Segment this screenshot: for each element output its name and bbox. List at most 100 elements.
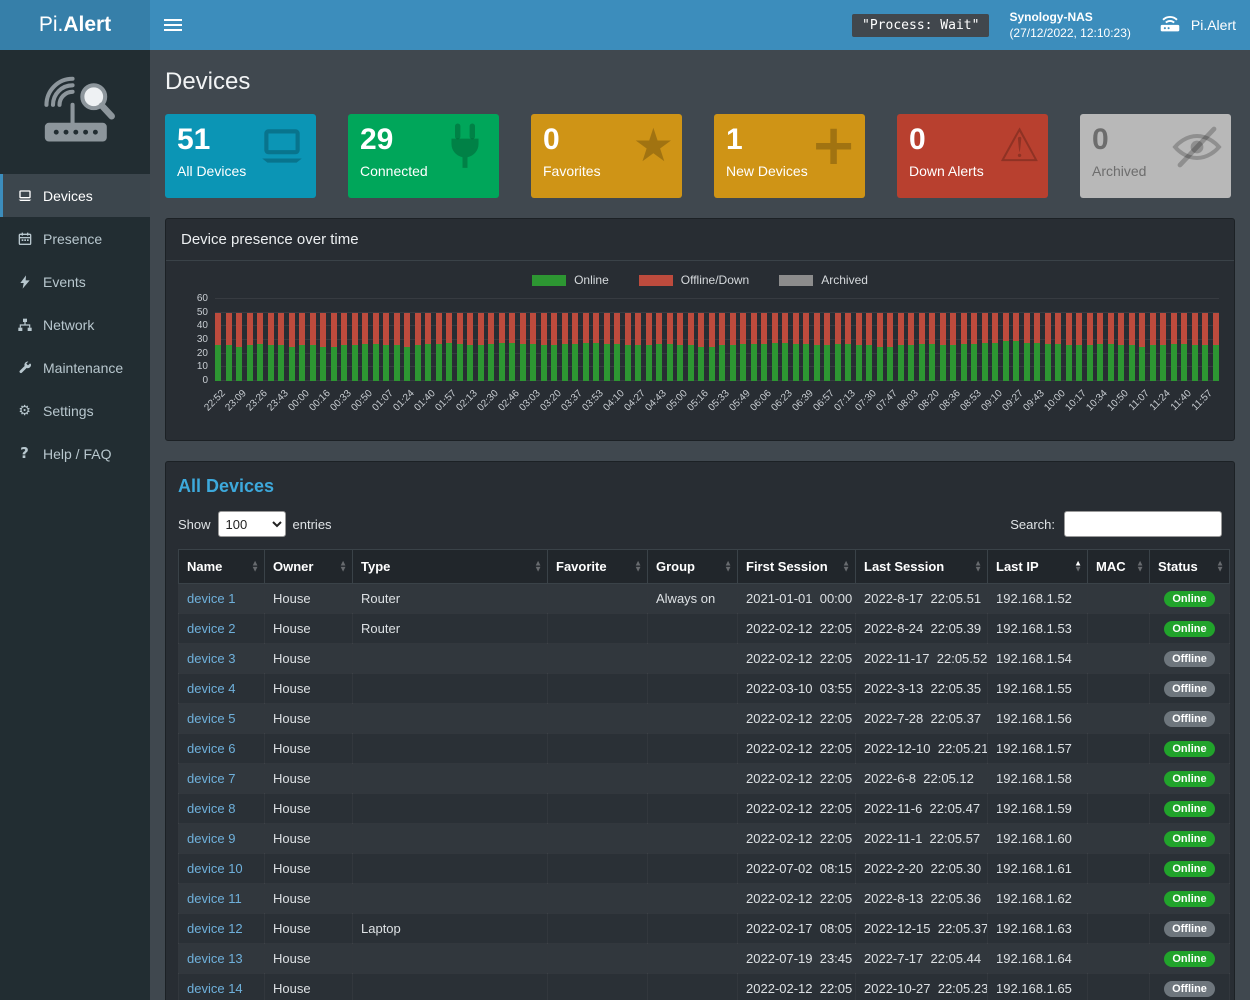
mac-cell [1088, 584, 1150, 614]
sidebar-item-network[interactable]: Network [0, 303, 150, 346]
column-header-last-ip[interactable]: Last IP▲▼ [988, 550, 1088, 584]
table-row[interactable]: device 6House2022-02-12 22:052022-12-10 … [179, 734, 1230, 764]
device-link[interactable]: device 10 [187, 861, 243, 876]
type-cell [353, 944, 548, 974]
bar-segment-online [1150, 345, 1156, 381]
sidebar-toggle-button[interactable] [150, 0, 196, 50]
sidebar-item-presence[interactable]: Presence [0, 217, 150, 260]
sort-icon: ▲▼ [634, 560, 642, 573]
table-row[interactable]: device 5House2022-02-12 22:052022-7-28 2… [179, 704, 1230, 734]
chart-bar [247, 313, 253, 381]
type-cell [353, 974, 548, 1000]
column-header-group[interactable]: Group▲▼ [648, 550, 738, 584]
column-header-status[interactable]: Status▲▼ [1150, 550, 1230, 584]
sidebar-item-help-faq[interactable]: ?Help / FAQ [0, 432, 150, 475]
bar-segment-online [940, 345, 946, 381]
device-link[interactable]: device 1 [187, 591, 235, 606]
mac-cell [1088, 764, 1150, 794]
bar-segment-online [772, 343, 778, 381]
bar-segment-online [362, 344, 368, 381]
card-new-devices[interactable]: 1New Devices+ [714, 114, 865, 198]
plug-icon [439, 122, 491, 177]
device-link[interactable]: device 12 [187, 921, 243, 936]
bar-segment-offline [236, 313, 242, 347]
card-all-devices[interactable]: 51All Devices [165, 114, 316, 198]
device-link[interactable]: device 3 [187, 651, 235, 666]
column-header-owner[interactable]: Owner▲▼ [265, 550, 353, 584]
device-link[interactable]: device 11 [187, 891, 242, 906]
card-down-alerts[interactable]: 0Down Alerts⚠ [897, 114, 1048, 198]
device-link[interactable]: device 6 [187, 741, 235, 756]
bar-segment-online [1202, 345, 1208, 381]
bar-segment-online [887, 347, 893, 381]
devices-table-body: device 1HouseRouterAlways on2021-01-01 0… [179, 584, 1230, 1000]
column-header-last-session[interactable]: Last Session▲▼ [856, 550, 988, 584]
table-row[interactable]: device 9House2022-02-12 22:052022-11-1 2… [179, 824, 1230, 854]
device-link[interactable]: device 14 [187, 981, 243, 996]
sidebar-item-maintenance[interactable]: Maintenance [0, 346, 150, 389]
table-row[interactable]: device 11House2022-02-12 22:052022-8-13 … [179, 884, 1230, 914]
table-row[interactable]: device 1HouseRouterAlways on2021-01-01 0… [179, 584, 1230, 614]
type-cell [353, 734, 548, 764]
device-link[interactable]: device 13 [187, 951, 243, 966]
device-link[interactable]: device 7 [187, 771, 235, 786]
column-header-first-session[interactable]: First Session▲▼ [738, 550, 856, 584]
first-session-cell: 2022-02-12 22:05 [738, 974, 856, 1000]
chart-bar [814, 313, 820, 381]
device-link[interactable]: device 4 [187, 681, 235, 696]
group-cell [648, 644, 738, 674]
sidebar-item-events[interactable]: Events [0, 260, 150, 303]
entries-select[interactable]: 100 [218, 511, 286, 537]
owner-cell: House [265, 704, 353, 734]
bar-segment-online [604, 344, 610, 381]
column-header-favorite[interactable]: Favorite▲▼ [548, 550, 648, 584]
table-row[interactable]: device 3House2022-02-12 22:052022-11-17 … [179, 644, 1230, 674]
owner-cell: House [265, 944, 353, 974]
first-session-cell: 2022-02-17 08:05 [738, 914, 856, 944]
bar-segment-offline [1150, 313, 1156, 346]
bar-segment-offline [950, 313, 956, 346]
table-row[interactable]: device 4House2022-03-10 03:552022-3-13 2… [179, 674, 1230, 704]
user-menu[interactable]: Pi.Alert [1151, 12, 1236, 39]
table-row[interactable]: device 7House2022-02-12 22:052022-6-8 22… [179, 764, 1230, 794]
bar-segment-offline [1129, 313, 1135, 346]
last-ip-cell: 192.168.1.59 [988, 794, 1088, 824]
device-link[interactable]: device 8 [187, 801, 235, 816]
device-link[interactable]: device 9 [187, 831, 235, 846]
host-timestamp: (27/12/2022, 12:10:23) [1009, 25, 1130, 41]
first-session-cell: 2022-02-12 22:05 [738, 644, 856, 674]
sidebar-item-label: Presence [43, 231, 102, 247]
table-row[interactable]: device 8House2022-02-12 22:052022-11-6 2… [179, 794, 1230, 824]
card-favorites[interactable]: 0Favorites★ [531, 114, 682, 198]
bar-segment-offline [971, 313, 977, 344]
card-connected[interactable]: 29Connected [348, 114, 499, 198]
bar-segment-offline [1013, 313, 1019, 342]
table-row[interactable]: device 10House2022-07-02 08:152022-2-20 … [179, 854, 1230, 884]
status-badge: Online [1164, 861, 1214, 877]
bar-segment-offline [961, 313, 967, 344]
bar-segment-online [929, 344, 935, 381]
chart-legend: OnlineOffline/DownArchived [181, 273, 1219, 287]
search-input[interactable] [1064, 511, 1222, 537]
bar-segment-online [404, 347, 410, 381]
table-row[interactable]: device 13House2022-07-19 23:452022-7-17 … [179, 944, 1230, 974]
chart-bar [362, 313, 368, 381]
bar-segment-offline [551, 313, 557, 346]
device-link[interactable]: device 2 [187, 621, 235, 636]
card-archived[interactable]: 0Archived [1080, 114, 1231, 198]
sidebar-item-devices[interactable]: Devices [0, 174, 150, 217]
status-cell: Online [1150, 794, 1230, 824]
column-header-type[interactable]: Type▲▼ [353, 550, 548, 584]
device-link[interactable]: device 5 [187, 711, 235, 726]
table-row[interactable]: device 2HouseRouter2022-02-12 22:052022-… [179, 614, 1230, 644]
favorite-cell [548, 974, 648, 1000]
bar-segment-online [908, 345, 914, 381]
bar-segment-online [1003, 341, 1009, 381]
app-logo[interactable]: Pi.Alert [0, 0, 150, 50]
column-header-mac[interactable]: MAC▲▼ [1088, 550, 1150, 584]
table-row[interactable]: device 12HouseLaptop2022-02-17 08:052022… [179, 914, 1230, 944]
bar-segment-offline [667, 313, 673, 344]
table-row[interactable]: device 14House2022-02-12 22:052022-10-27… [179, 974, 1230, 1000]
column-header-name[interactable]: Name▲▼ [179, 550, 265, 584]
sidebar-item-settings[interactable]: ⚙Settings [0, 389, 150, 432]
